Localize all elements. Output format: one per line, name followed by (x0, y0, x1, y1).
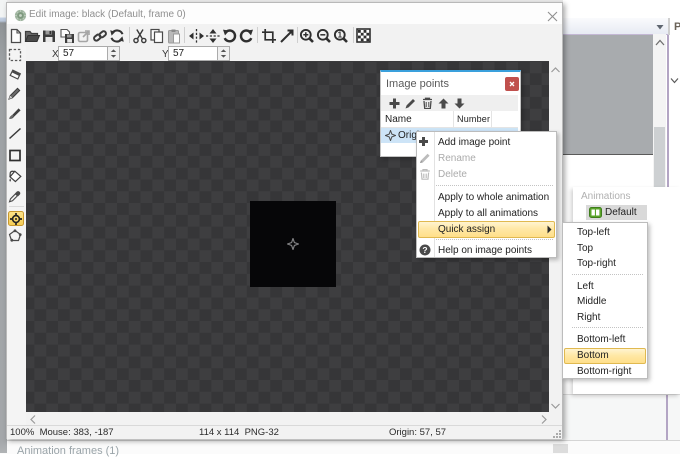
svg-text:1: 1 (338, 31, 343, 40)
svg-text:?: ? (422, 245, 427, 255)
